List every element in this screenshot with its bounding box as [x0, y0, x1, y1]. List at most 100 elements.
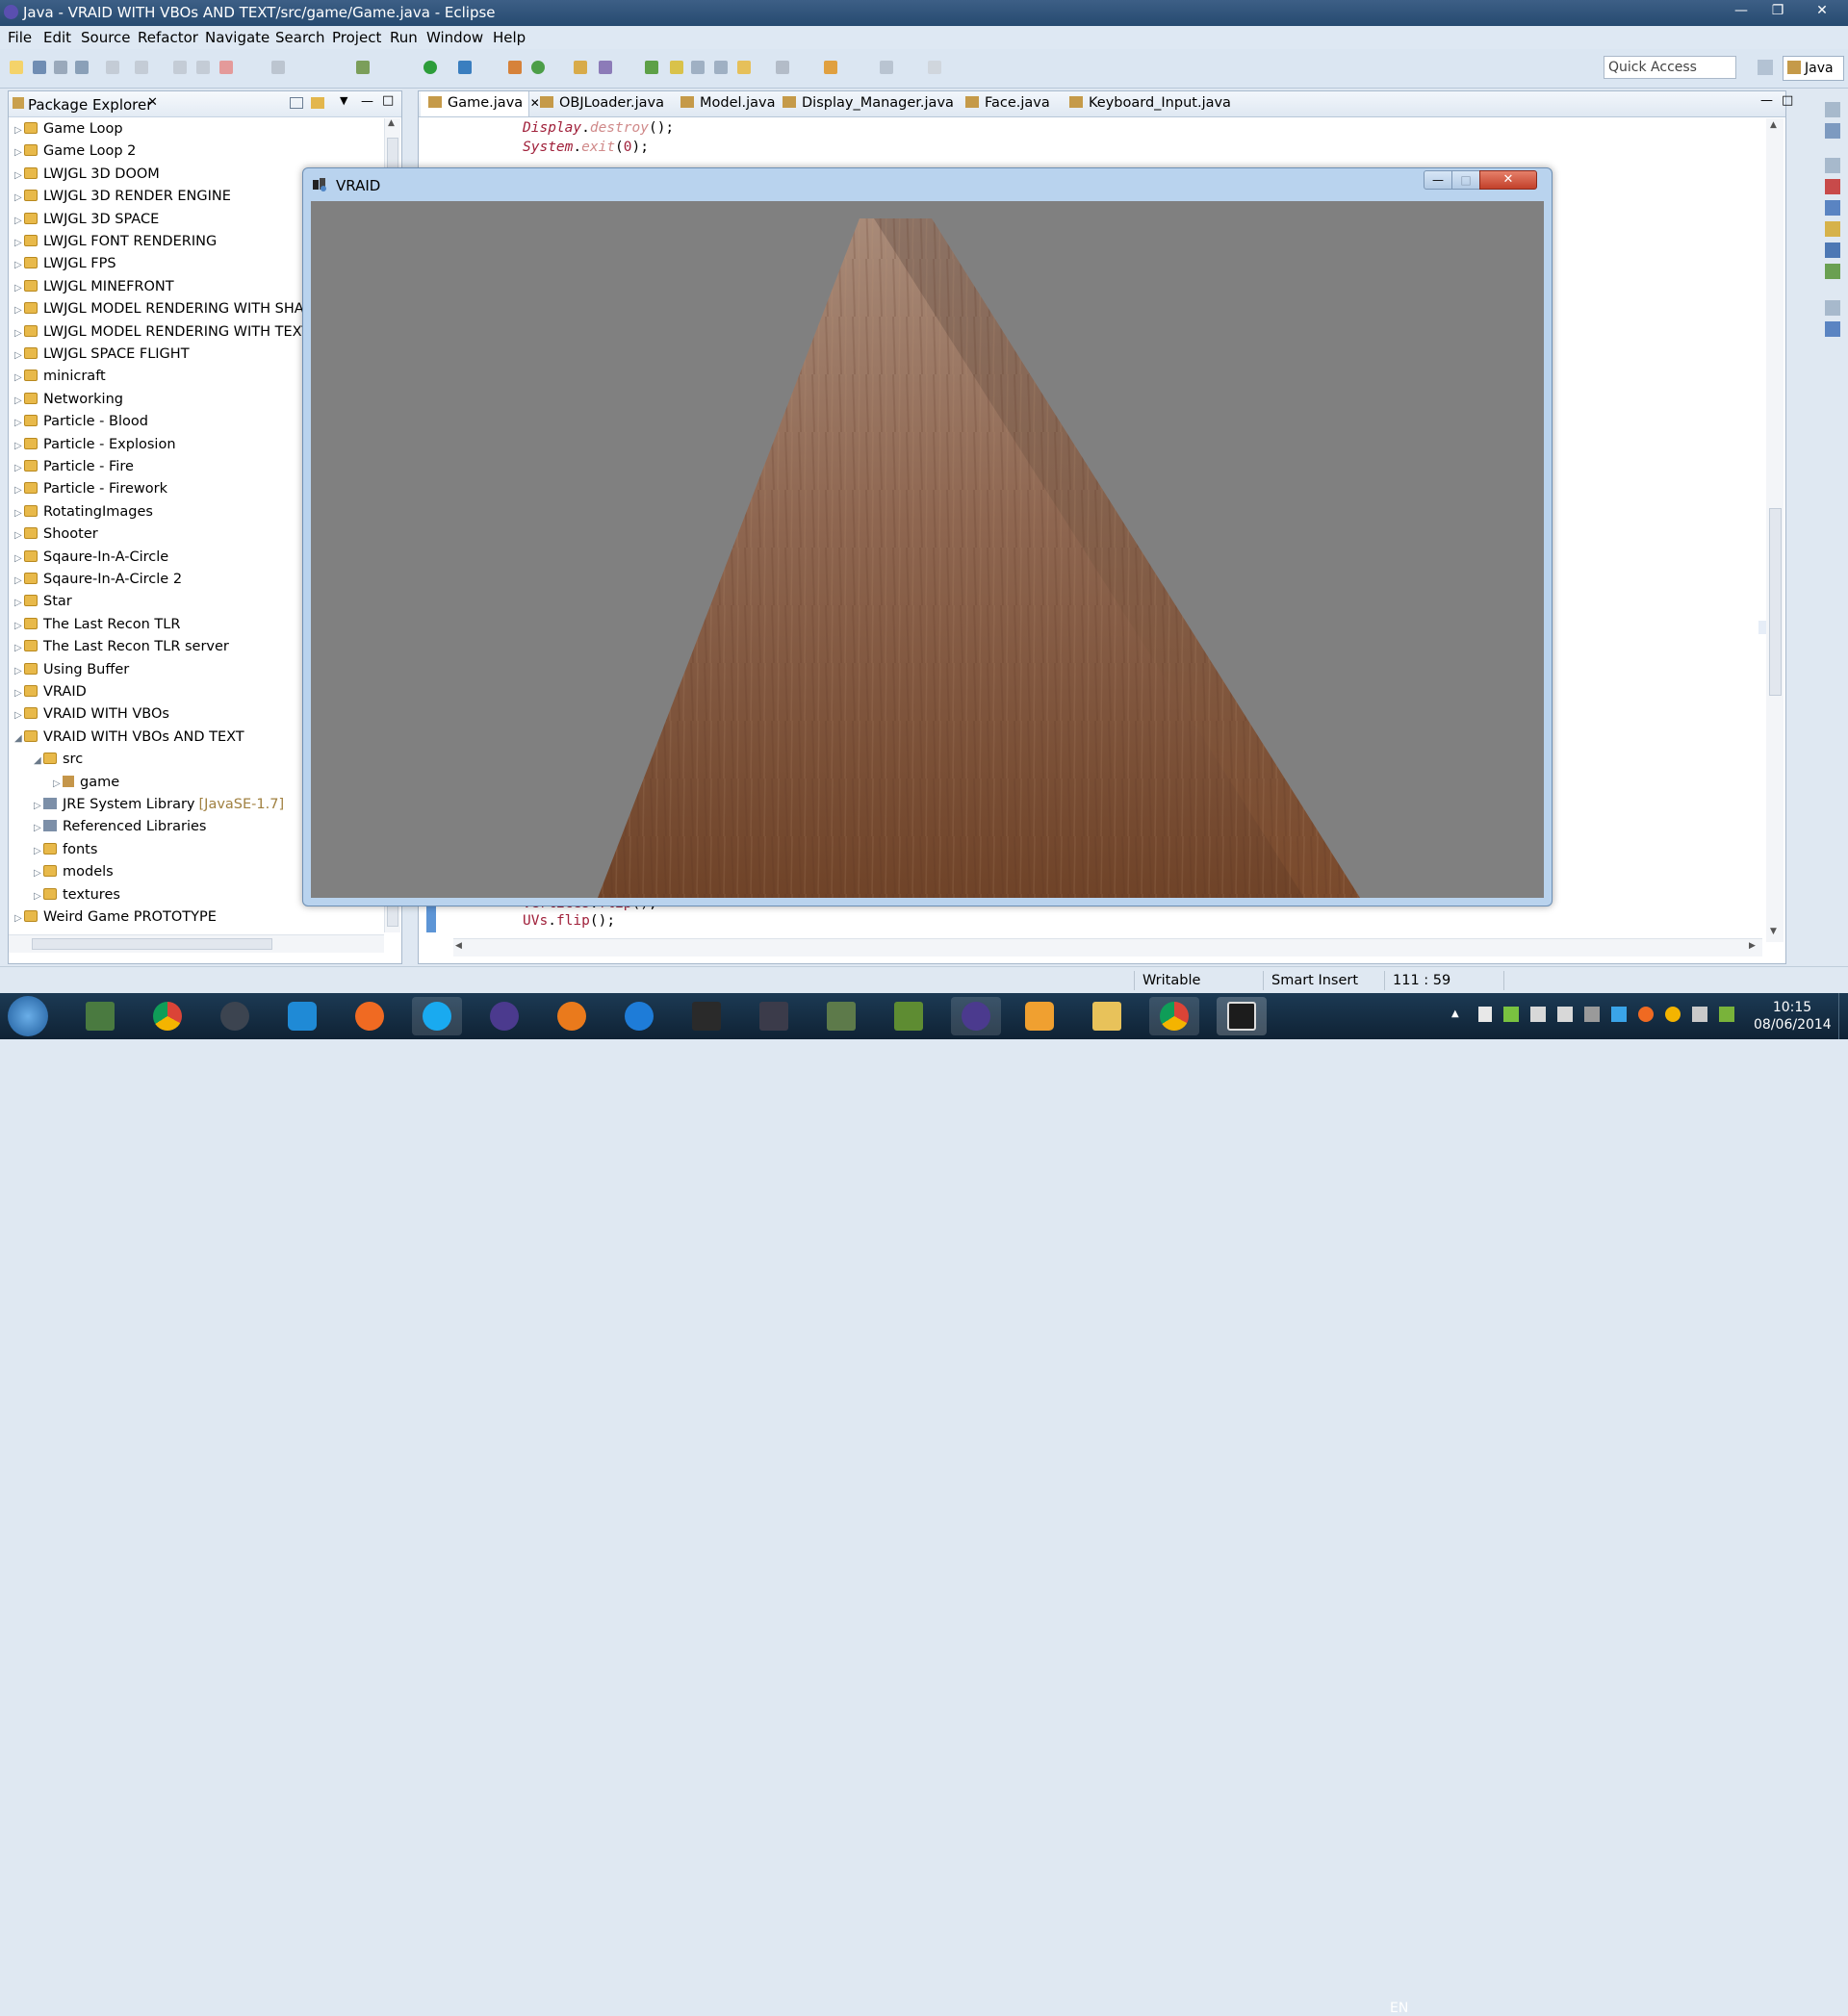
- tab-model-java[interactable]: Model.java: [680, 95, 776, 111]
- collapse-arrow-icon[interactable]: ◢: [34, 750, 43, 772]
- taskbar-chrome-button[interactable]: [142, 997, 192, 1035]
- tree-item[interactable]: ▷ Particle - Firework: [14, 478, 167, 500]
- next-annotation-icon[interactable]: [645, 61, 658, 74]
- close-button[interactable]: ✕: [1800, 0, 1844, 21]
- controller-tray-icon[interactable]: [1692, 1007, 1707, 1022]
- expand-arrow-icon[interactable]: ▷: [14, 524, 24, 547]
- close-view-icon[interactable]: ✕: [147, 95, 158, 110]
- norton-tray-icon[interactable]: [1665, 1007, 1681, 1022]
- menu-run[interactable]: Run: [390, 29, 418, 46]
- expand-arrow-icon[interactable]: ▷: [14, 615, 24, 637]
- expand-arrow-icon[interactable]: ▷: [34, 885, 43, 907]
- volume-icon[interactable]: [1557, 1007, 1573, 1022]
- minimize-button[interactable]: —: [1723, 0, 1759, 21]
- coverage-icon[interactable]: [458, 61, 472, 74]
- search-icon[interactable]: [599, 61, 612, 74]
- pin-editor-icon[interactable]: [928, 61, 941, 74]
- taskbar-eclipse-workspace-button[interactable]: [75, 997, 125, 1035]
- new-java-class-icon[interactable]: [531, 61, 545, 74]
- menu-file[interactable]: File: [8, 29, 32, 46]
- menu-window[interactable]: Window: [426, 29, 483, 46]
- expand-arrow-icon[interactable]: ▷: [14, 907, 24, 930]
- new-icon[interactable]: [10, 61, 23, 74]
- taskbar-eclipse-button[interactable]: [479, 997, 529, 1035]
- render-viewport[interactable]: [311, 201, 1544, 898]
- code-line[interactable]: System.exit(0);: [523, 140, 649, 155]
- new-java-package-icon[interactable]: [508, 61, 522, 74]
- tree-item[interactable]: ▷ Game Loop: [14, 118, 123, 140]
- expand-arrow-icon[interactable]: ▷: [14, 412, 24, 434]
- tree-item[interactable]: ▷ game: [53, 772, 119, 794]
- collapse-all-icon[interactable]: [290, 97, 303, 109]
- resume-icon[interactable]: [173, 61, 187, 74]
- editor-scroll-right-icon[interactable]: ▶: [1749, 941, 1756, 951]
- outline-icon[interactable]: [1825, 102, 1840, 117]
- debug-view-icon[interactable]: [1825, 264, 1840, 279]
- taskbar-arma-button[interactable]: [681, 997, 732, 1035]
- tree-horizontal-scrollbar[interactable]: [9, 934, 384, 953]
- origin-tray-icon[interactable]: [1638, 1007, 1654, 1022]
- print-icon[interactable]: [75, 61, 89, 74]
- tree-item[interactable]: ▷ textures: [34, 884, 120, 906]
- maximize-editor-icon[interactable]: □: [1782, 93, 1793, 108]
- expand-arrow-icon[interactable]: ▷: [14, 457, 24, 479]
- tab-face-java[interactable]: Face.java: [965, 95, 1050, 111]
- task-list-icon[interactable]: [1825, 123, 1840, 139]
- collapse-arrow-icon[interactable]: ◢: [14, 727, 24, 750]
- tree-item[interactable]: ▷ Referenced Libraries: [34, 816, 206, 838]
- taskbar-media-player-button[interactable]: [1014, 997, 1065, 1035]
- expand-arrow-icon[interactable]: ▷: [14, 479, 24, 501]
- maximize-view-icon[interactable]: □: [382, 93, 394, 108]
- editor-vertical-scrollbar[interactable]: ▲ ▼: [1766, 118, 1784, 942]
- editor-horizontal-scrollbar[interactable]: ◀ ▶: [453, 938, 1762, 957]
- tree-item[interactable]: ▷ fonts: [34, 839, 97, 861]
- show-hidden-icons-icon[interactable]: ▲: [1451, 1008, 1459, 1019]
- expand-arrow-icon[interactable]: ▷: [14, 254, 24, 276]
- expand-arrow-icon[interactable]: ▷: [14, 165, 24, 187]
- show-desktop-button[interactable]: [1838, 993, 1848, 1039]
- scroll-up-arrow-icon[interactable]: ▲: [388, 118, 398, 134]
- back-icon[interactable]: [824, 61, 837, 74]
- terminate-icon[interactable]: [219, 61, 233, 74]
- mic-icon[interactable]: [1584, 1007, 1600, 1022]
- system-clock[interactable]: 10:15 08/06/2014: [1754, 999, 1832, 1034]
- pause-icon[interactable]: [196, 61, 210, 74]
- expand-arrow-icon[interactable]: ▷: [14, 704, 24, 727]
- tab-objloader-java[interactable]: OBJLoader.java: [540, 95, 664, 111]
- menu-edit[interactable]: Edit: [43, 29, 71, 46]
- tree-item[interactable]: ▷ LWJGL MODEL RENDERING WITH TEXT: [14, 321, 310, 344]
- expand-arrow-icon[interactable]: ▷: [14, 119, 24, 141]
- expand-arrow-icon[interactable]: ▷: [14, 502, 24, 524]
- code-line[interactable]: UVs.flip();: [523, 913, 615, 929]
- tree-item[interactable]: ▷ LWJGL 3D RENDER ENGINE: [14, 186, 231, 208]
- expand-arrow-icon[interactable]: ▷: [14, 660, 24, 682]
- open-perspective-icon[interactable]: [1758, 60, 1773, 75]
- nvidia-tray-icon[interactable]: [1719, 1007, 1734, 1022]
- taskbar-battlenet-button[interactable]: [614, 997, 664, 1035]
- restore-icon[interactable]: [1825, 158, 1840, 173]
- tab-game-java[interactable]: Game.java ✕: [428, 95, 540, 111]
- tree-item[interactable]: ◢ VRAID WITH VBOs AND TEXT: [14, 727, 244, 749]
- tree-hscroll-thumb[interactable]: [32, 938, 272, 950]
- tree-item[interactable]: ▷ Particle - Explosion: [14, 434, 176, 456]
- menu-search[interactable]: Search: [275, 29, 325, 46]
- taskbar-explorer-button[interactable]: [1082, 997, 1132, 1035]
- tree-item[interactable]: ▷ RotatingImages: [14, 501, 153, 523]
- tree-item[interactable]: ▷ LWJGL FONT RENDERING: [14, 231, 217, 253]
- menu-navigate[interactable]: Navigate: [205, 29, 270, 46]
- taskbar-vraid-button[interactable]: [1217, 997, 1267, 1035]
- tree-item[interactable]: ▷ Star: [14, 591, 72, 613]
- tree-item[interactable]: ▷ LWJGL MINEFRONT: [14, 276, 174, 298]
- taskbar-eclipse-2-button[interactable]: [951, 997, 1001, 1035]
- expand-arrow-icon[interactable]: ▷: [34, 862, 43, 884]
- close-tab-icon[interactable]: ✕: [530, 96, 540, 110]
- expand-arrow-icon[interactable]: ▷: [14, 210, 24, 232]
- start-button[interactable]: [8, 996, 48, 1036]
- expand-arrow-icon[interactable]: ▷: [14, 141, 24, 164]
- tree-item[interactable]: ▷ Networking: [14, 389, 123, 411]
- code-line[interactable]: Display.destroy();: [523, 120, 674, 136]
- undo-icon[interactable]: [106, 61, 119, 74]
- tree-item[interactable]: ▷ LWJGL SPACE FLIGHT: [14, 344, 190, 366]
- minimize-view-icon[interactable]: —: [361, 94, 373, 109]
- tree-item[interactable]: ▷ LWJGL FPS: [14, 253, 116, 275]
